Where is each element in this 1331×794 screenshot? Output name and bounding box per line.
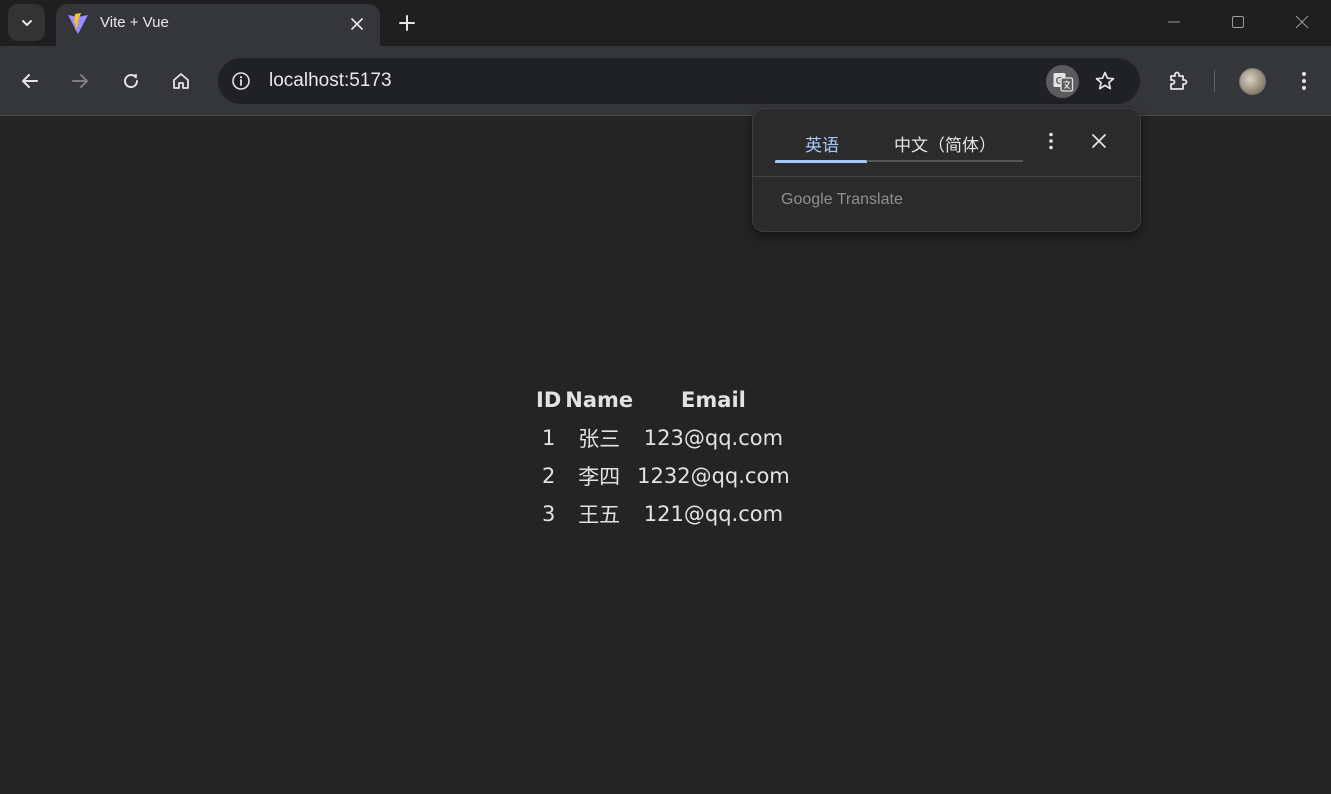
close-icon — [1092, 134, 1106, 148]
info-icon — [232, 72, 250, 90]
table-row: 2 李四 1232@qq.com — [535, 458, 791, 494]
bookmark-button[interactable] — [1092, 68, 1118, 94]
cell-id: 1 — [541, 426, 556, 450]
tab-title: Vite + Vue — [100, 14, 169, 31]
translate-popup: 英语 中文（简体） Google Translate — [752, 108, 1141, 232]
plus-icon — [399, 15, 415, 31]
maximize-icon — [1232, 16, 1244, 28]
home-icon — [173, 73, 189, 89]
reload-icon — [124, 74, 139, 89]
tab-strip: Vite + Vue — [0, 0, 1331, 46]
table-row: 3 王五 121@qq.com — [535, 496, 791, 532]
forward-button[interactable] — [65, 66, 95, 96]
table-row: 1 张三 123@qq.com — [535, 420, 791, 456]
arrow-left-icon — [22, 74, 38, 88]
translate-button[interactable]: G — [1046, 65, 1079, 98]
toolbar-separator — [1214, 70, 1215, 92]
reload-button[interactable] — [116, 66, 146, 96]
arrow-right-icon — [72, 74, 88, 88]
url-text[interactable]: localhost:5173 — [269, 70, 392, 92]
close-icon — [1295, 15, 1309, 29]
tab-source-language[interactable]: 英语 — [805, 131, 839, 156]
translate-options-button[interactable] — [1041, 129, 1061, 153]
extensions-button[interactable] — [1164, 66, 1194, 96]
users-table: ID Name Email 1 张三 123@qq.com 2 李四 1232@… — [533, 380, 793, 534]
translate-close-button[interactable] — [1087, 129, 1111, 153]
cell-id: 3 — [541, 502, 556, 526]
translate-wordmark: Translate — [836, 191, 903, 208]
column-header-email: Email — [681, 388, 746, 412]
home-button[interactable] — [166, 66, 196, 96]
browser-menu-button[interactable] — [1289, 66, 1319, 96]
back-button[interactable] — [15, 66, 45, 96]
minimize-button[interactable] — [1160, 10, 1188, 34]
tab-search-button[interactable] — [8, 4, 45, 41]
column-header-name: Name — [565, 388, 634, 412]
browser-tab[interactable]: Vite + Vue — [56, 4, 380, 46]
cell-email: 123@qq.com — [643, 426, 784, 450]
maximize-button[interactable] — [1224, 10, 1252, 34]
puzzle-icon — [1170, 71, 1188, 90]
column-header-id: ID — [536, 388, 562, 412]
active-tab-indicator — [775, 160, 867, 163]
star-icon — [1095, 71, 1115, 90]
tab-close-button[interactable] — [346, 13, 368, 35]
popup-divider — [753, 176, 1140, 177]
site-info-button[interactable] — [230, 70, 252, 92]
address-bar[interactable]: localhost:5173 G — [218, 58, 1140, 104]
cell-name: 张三 — [578, 427, 621, 451]
window-close-button[interactable] — [1288, 10, 1316, 34]
kebab-menu-icon — [1302, 72, 1306, 90]
kebab-menu-icon — [1049, 132, 1053, 150]
google-translate-brand: Google Translate — [781, 191, 903, 209]
translate-icon: G — [1053, 72, 1073, 92]
tab-target-language[interactable]: 中文（简体） — [894, 131, 996, 156]
profile-avatar[interactable] — [1239, 68, 1266, 95]
table-header-row: ID Name Email — [535, 382, 791, 418]
cell-name: 李四 — [578, 465, 621, 489]
google-wordmark: Google — [781, 191, 833, 208]
vite-logo-icon — [68, 13, 88, 34]
cell-id: 2 — [541, 464, 556, 488]
cell-email: 121@qq.com — [643, 502, 784, 526]
toolbar: localhost:5173 G — [0, 46, 1331, 116]
close-icon — [351, 18, 363, 30]
cell-name: 王五 — [578, 503, 621, 527]
minimize-icon — [1168, 21, 1180, 23]
chevron-down-icon — [21, 19, 32, 26]
cell-email: 1232@qq.com — [637, 464, 790, 488]
new-tab-button[interactable] — [393, 9, 421, 37]
